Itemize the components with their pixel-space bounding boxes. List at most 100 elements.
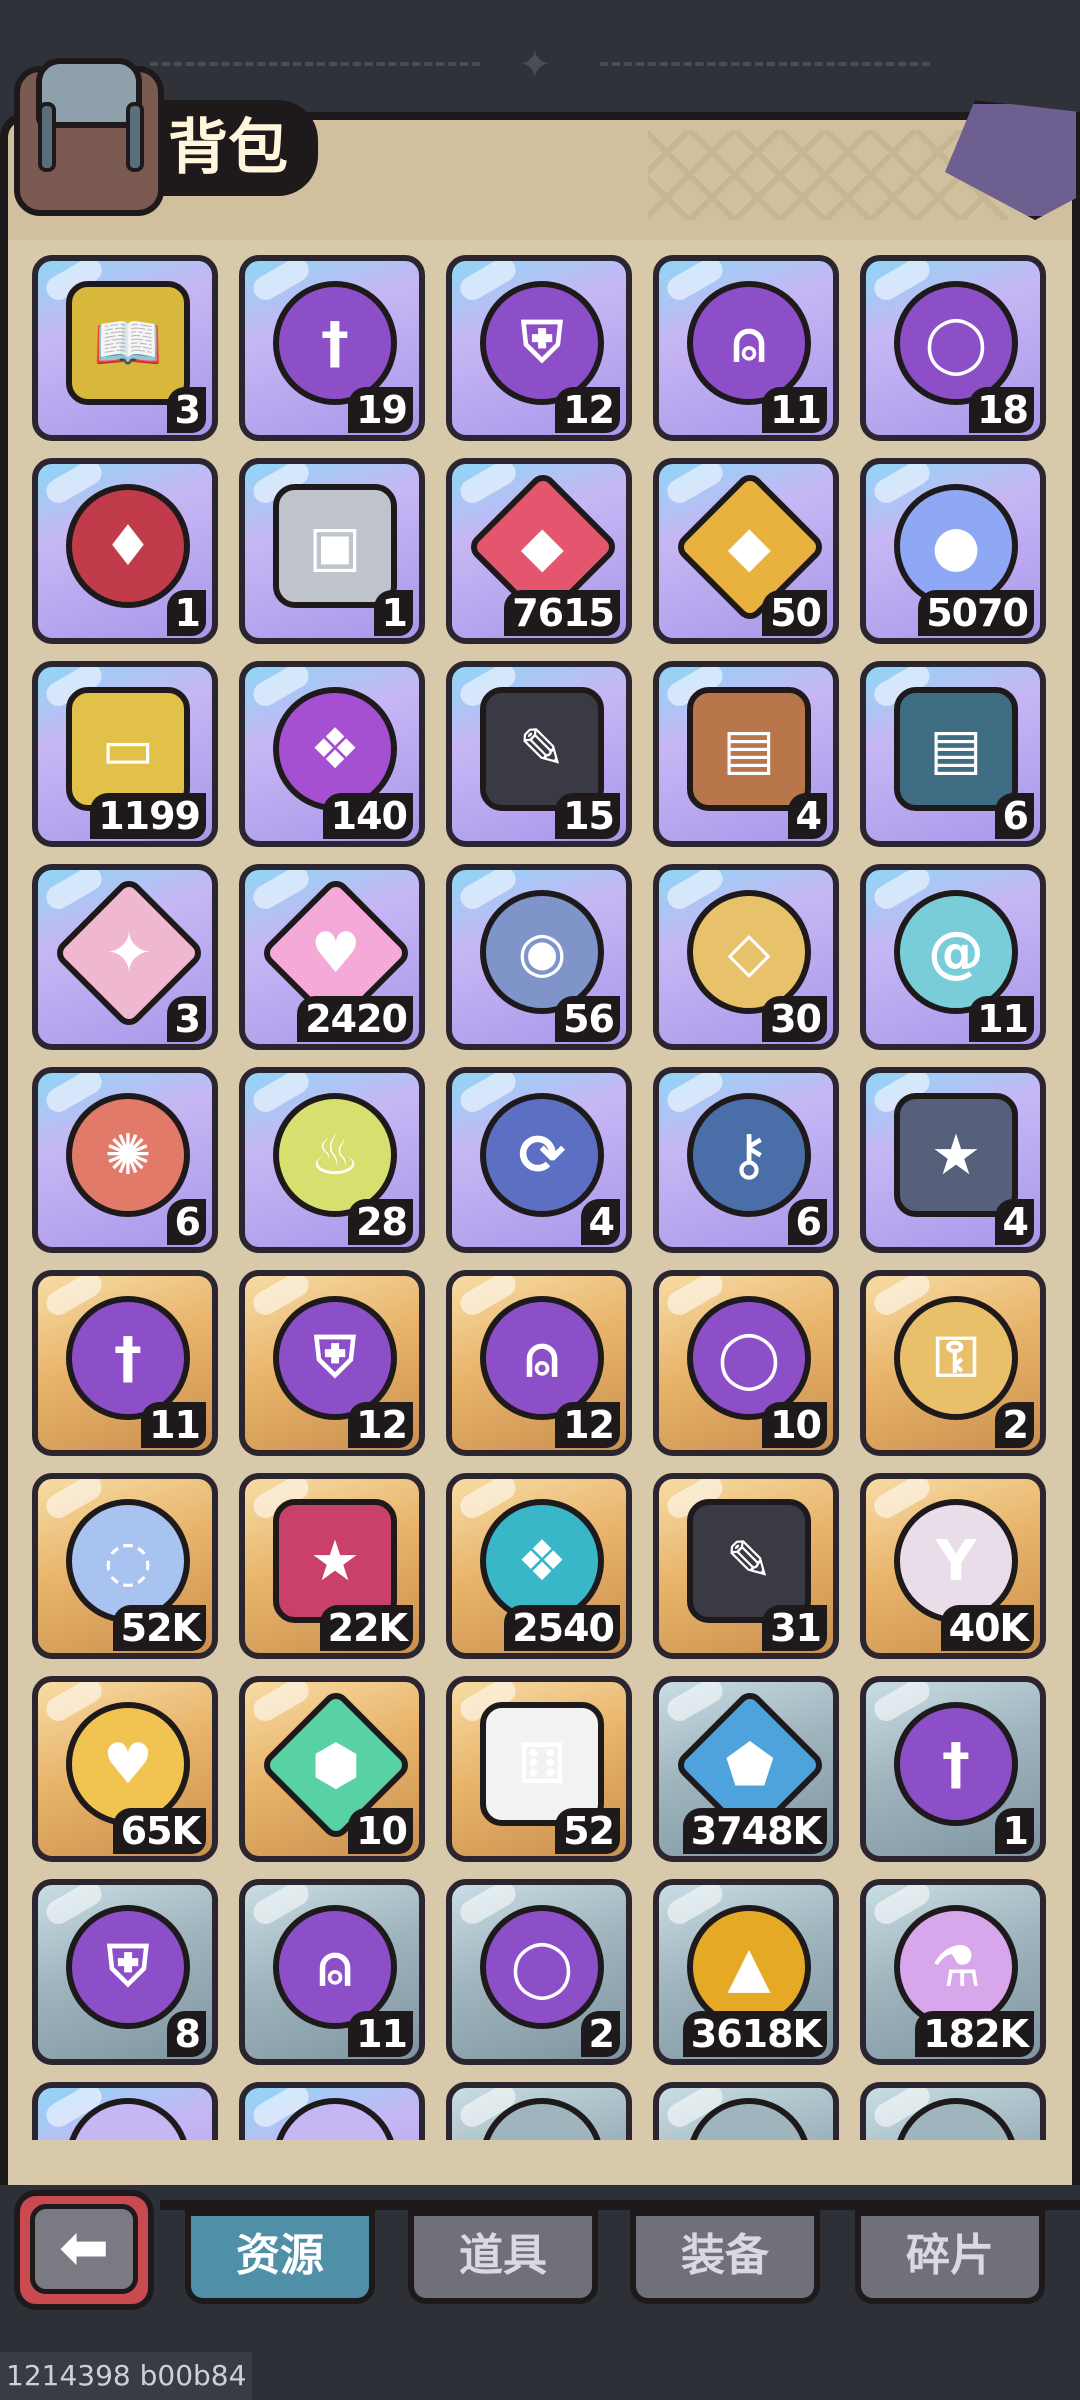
item-count: 140 [322,793,413,839]
item-grid: 📖 3 † 19 ⛨ 12 ⍝ 11 ◯ 18 ♦ 1 ▣ 1 ◆ 7615 ◆ 50 ● 5070 ▭ 1199 ❖ 140… [32,255,1048,2140]
inventory-slot[interactable] [239,2082,425,2140]
inventory-slot[interactable]: ⬢ 10 [239,1676,425,1862]
inventory-slot[interactable]: ⛨ 12 [446,255,632,441]
item-count: 11 [969,996,1034,1042]
backpack-strap-left [38,102,56,172]
inventory-slot[interactable]: ♦ 1 [32,458,218,644]
inventory-slot[interactable]: ◯ 10 [653,1270,839,1456]
inventory-slot[interactable]: ▤ 4 [653,661,839,847]
inventory-slot[interactable]: ✎ 31 [653,1473,839,1659]
red-helmet-book-icon: ▤ [687,687,811,811]
inventory-slot[interactable]: ⍝ 12 [446,1270,632,1456]
inventory-slot[interactable]: ⛨ 12 [239,1270,425,1456]
item-count: 3 [166,996,206,1042]
item-count: 1 [994,1808,1034,1854]
item-count: 10 [348,1808,413,1854]
inventory-slot[interactable]: 📖 3 [32,255,218,441]
inventory-slot[interactable]: @11 [860,864,1046,1050]
inventory-slot[interactable]: ◆ 50 [653,458,839,644]
inventory-slot[interactable]: ⍝ 11 [239,1879,425,2065]
inventory-slot[interactable]: ◉ 56 [446,864,632,1050]
item-count: 12 [555,1402,620,1448]
inventory-slot[interactable]: ⛨ 8 [32,1879,218,2065]
inventory-slot[interactable]: ♥ 65K [32,1676,218,1862]
item-count: 3618K [682,2011,827,2057]
inventory-slot[interactable]: ⚅ 52 [446,1676,632,1862]
item-count: 1199 [90,793,206,839]
build-id-label: 1214398 b00b84 [0,2352,253,2400]
item-count: 3 [166,387,206,433]
inventory-slot[interactable]: ♥ 2420 [239,864,425,1050]
inventory-slot[interactable] [860,2082,1046,2140]
inventory-slot[interactable]: ⚷ 6 [653,1067,839,1253]
item-count: 2 [580,2011,620,2057]
item-count: 18 [969,387,1034,433]
item-count: 4 [580,1199,620,1245]
item-count: 4 [787,793,827,839]
inventory-slot[interactable]: ✦ 3 [32,864,218,1050]
item-count: 11 [141,1402,206,1448]
blue-helmet-book-icon: ▤ [894,687,1018,811]
inventory-slot[interactable]: ★ 4 [860,1067,1046,1253]
inventory-slot[interactable]: ★ 22K [239,1473,425,1659]
item-count: 52K [112,1605,206,1651]
gold-book-icon: 📖 [66,281,190,405]
inventory-slot[interactable]: ❖ 140 [239,661,425,847]
sword-orb-icon: † [894,1702,1018,1826]
item-count: 4 [994,1199,1034,1245]
inventory-slot[interactable]: ♨ 28 [239,1067,425,1253]
inventory-slot[interactable]: ◆ 7615 [446,458,632,644]
top-deco-line-left [150,62,480,66]
inventory-slot[interactable]: ⟳ 4 [446,1067,632,1253]
inventory-slot[interactable]: ⬟ 3748K [653,1676,839,1862]
item-count: 52 [555,1808,620,1854]
back-button[interactable]: ⬅ [14,2190,154,2310]
top-deco-line-right [600,62,930,66]
back-arrow-icon: ⬅ [30,2204,138,2294]
inventory-slot[interactable]: † 11 [32,1270,218,1456]
inventory-slot[interactable]: ⍝ 11 [653,255,839,441]
inventory-slot[interactable]: ▣ 1 [239,458,425,644]
tab-items[interactable]: 道具 [408,2210,598,2304]
item-count: 182K [915,2011,1034,2057]
inventory-slot[interactable] [446,2082,632,2140]
inventory-slot[interactable]: ❖ 2540 [446,1473,632,1659]
inventory-slot[interactable]: ◇ 30 [653,864,839,1050]
inventory-slot[interactable] [653,2082,839,2140]
ring-orb-icon: ◯ [480,1905,604,2029]
item-count: 19 [348,387,413,433]
tab-fragments[interactable]: 碎片 [855,2210,1045,2304]
inventory-slot[interactable]: ✺ 6 [32,1067,218,1253]
inventory-slot[interactable]: ⚗ 182K [860,1879,1046,2065]
winged-helmet-emblem-icon: ♦ [66,484,190,608]
backpack-strap-right [126,102,144,172]
refresh-orb-icon: ⟳ [480,1093,604,1217]
item-count: 11 [762,387,827,433]
inventory-slot[interactable]: Y 40K [860,1473,1046,1659]
item-count: 1 [166,590,206,636]
inventory-slot[interactable]: ◯ 2 [446,1879,632,2065]
star-tome-icon: ★ [894,1093,1018,1217]
item-count: 2 [994,1402,1034,1448]
gear-stone-icon: ✺ [66,1093,190,1217]
armor-orb-icon: ⛨ [66,1905,190,2029]
inventory-slot[interactable] [32,2082,218,2140]
inventory-slot[interactable]: ● 5070 [860,458,1046,644]
item-count: 65K [112,1808,206,1854]
inventory-slot[interactable]: ◯ 18 [860,255,1046,441]
tab-equipment[interactable]: 装备 [630,2210,820,2304]
inventory-slot[interactable]: ▤ 6 [860,661,1046,847]
inventory-slot[interactable]: ▭ 1199 [32,661,218,847]
item-count: 7615 [504,590,620,636]
inventory-slot[interactable]: † 19 [239,255,425,441]
inventory-slot[interactable]: † 1 [860,1676,1046,1862]
item-count: 30 [762,996,827,1042]
item-count: 10 [762,1402,827,1448]
inventory-slot[interactable]: ◌ 52K [32,1473,218,1659]
inventory-slot[interactable]: ⚿ 2 [860,1270,1046,1456]
inventory-slot[interactable]: ✎ 15 [446,661,632,847]
inventory-slot[interactable]: ▲ 3618K [653,1879,839,2065]
tab-resources[interactable]: 资源 [185,2210,375,2304]
item-count: 12 [348,1402,413,1448]
ink-device-icon: ▣ [273,484,397,608]
